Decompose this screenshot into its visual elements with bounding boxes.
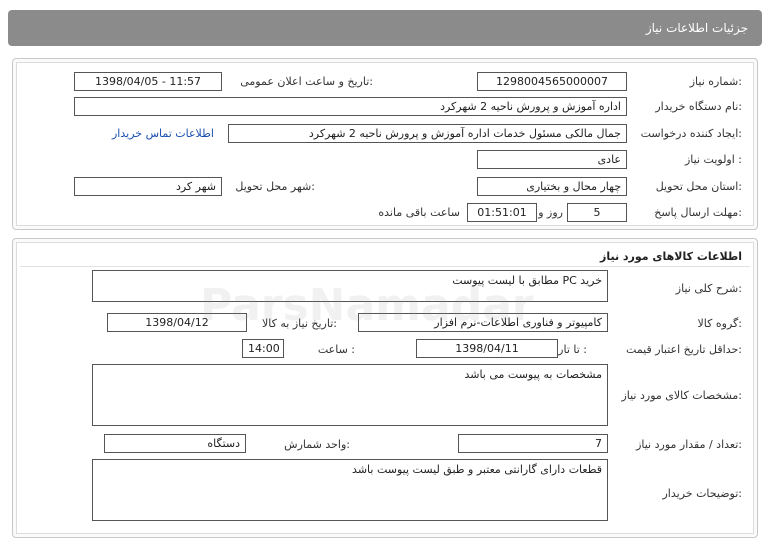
qty-field: 7 bbox=[458, 434, 608, 453]
hour-field: 14:00 bbox=[242, 339, 284, 358]
specs-label: مشخصات کالای مورد نیاز: bbox=[621, 389, 742, 402]
buyer-org-label: نام دستگاه خریدار: bbox=[655, 100, 742, 113]
city-label: شهر محل تحویل: bbox=[235, 180, 315, 193]
group-field: کامپیوتر و فناوری اطلاعات-نرم افزار bbox=[358, 313, 608, 332]
priority-label: اولویت نیاز : bbox=[684, 153, 742, 166]
buyer-org-field: اداره آموزش و پرورش ناحیه 2 شهرکرد bbox=[74, 97, 627, 116]
unit-field: دستگاه bbox=[104, 434, 246, 453]
page-header: جزئیات اطلاعات نیاز bbox=[8, 10, 762, 46]
group-label: گروه کالا: bbox=[697, 317, 742, 330]
qty-label: تعداد / مقدار مورد نیاز: bbox=[636, 438, 742, 451]
requester-field: جمال مالکی مسئول خدمات اداره آموزش و پرو… bbox=[228, 124, 627, 143]
unit-label: واحد شمارش: bbox=[284, 438, 350, 451]
announce-label: تاریخ و ساعت اعلان عمومی: bbox=[240, 75, 373, 88]
deadline-days-field: 5 bbox=[567, 203, 627, 222]
section-divider bbox=[20, 266, 750, 267]
goods-section-title: اطلاعات کالاهای مورد نیاز bbox=[600, 250, 742, 263]
city-field: شهر کرد bbox=[74, 177, 222, 196]
buyer-notes-field: قطعات دارای گارانتی معتبر و طبق لیست پیو… bbox=[92, 459, 608, 521]
province-label: استان محل تحویل: bbox=[655, 180, 742, 193]
to-date-field: 1398/04/11 bbox=[416, 339, 558, 358]
need-date-field: 1398/04/12 bbox=[107, 313, 247, 332]
validity-label: حداقل تاریخ اعتبار قیمت: bbox=[626, 343, 742, 356]
province-field: چهار محال و بختیاری bbox=[477, 177, 627, 196]
desc-field: خرید PC مطابق با لیست پیوست bbox=[92, 270, 608, 302]
requester-label: ایجاد کننده درخواست: bbox=[640, 127, 742, 140]
page-title: جزئیات اطلاعات نیاز bbox=[645, 21, 748, 35]
deadline-time-field: 01:51:01 bbox=[467, 203, 537, 222]
remaining-word: ساعت باقی مانده bbox=[378, 206, 460, 219]
need-number-label: شماره نیاز: bbox=[689, 75, 742, 88]
need-date-label: تاریخ نیاز به کالا: bbox=[262, 317, 337, 330]
announce-field: 1398/04/05 - 11:57 bbox=[74, 72, 222, 91]
hour-label: ساعت : bbox=[317, 343, 355, 356]
buyer-notes-label: توضیحات خریدار: bbox=[662, 487, 743, 500]
deadline-label: مهلت ارسال پاسخ: bbox=[654, 206, 742, 219]
buyer-contact-link[interactable]: اطلاعات تماس خریدار bbox=[112, 127, 214, 140]
specs-field: مشخصات به پیوست می باشد bbox=[92, 364, 608, 426]
priority-field: عادی bbox=[477, 150, 627, 169]
days-word: روز و bbox=[538, 206, 563, 219]
need-number-field: 1298004565000007 bbox=[477, 72, 627, 91]
desc-label: شرح کلی نیاز: bbox=[675, 282, 742, 295]
